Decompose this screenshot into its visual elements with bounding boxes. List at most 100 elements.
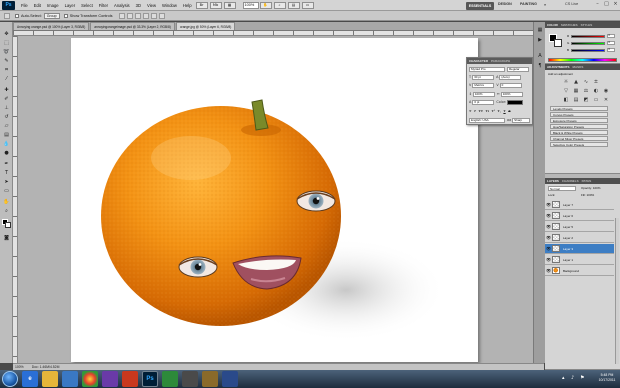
tracking-field[interactable]: 0 bbox=[499, 82, 522, 88]
blue-value[interactable]: 0 bbox=[607, 48, 615, 52]
posterize-icon[interactable]: ▤ bbox=[573, 97, 579, 103]
small-caps-button[interactable]: Tt bbox=[486, 109, 489, 113]
menu-select[interactable]: Select bbox=[78, 3, 96, 8]
color-spectrum-ramp[interactable] bbox=[548, 58, 617, 62]
arrange-documents-button[interactable]: ▤ bbox=[287, 1, 300, 9]
hand-tool-icon[interactable]: ✋ bbox=[2, 198, 11, 206]
anti-alias-select[interactable]: Sharp bbox=[512, 117, 531, 123]
workspace-essentials-button[interactable]: ESSENTIALS bbox=[466, 2, 494, 10]
network-icon[interactable]: ▴ bbox=[562, 375, 565, 381]
visibility-eye-icon[interactable]: 👁 bbox=[545, 224, 552, 229]
red-value[interactable]: 0 bbox=[607, 34, 615, 38]
workspace-painting-button[interactable]: PAINTING bbox=[520, 2, 537, 6]
subscript-button[interactable]: T₁ bbox=[498, 109, 501, 113]
menu-view[interactable]: View bbox=[144, 3, 159, 8]
align-middle-icon[interactable] bbox=[126, 12, 133, 19]
healing-brush-tool-icon[interactable]: ✚ bbox=[2, 86, 11, 94]
eraser-tool-icon[interactable]: ▱ bbox=[2, 122, 11, 130]
layer-row-background[interactable]: 👁 Background bbox=[545, 266, 614, 276]
font-size-field[interactable]: 30 pt bbox=[472, 74, 495, 80]
pen-tool-icon[interactable]: ✒ bbox=[2, 160, 11, 168]
paragraph-panel-icon[interactable]: ¶ bbox=[536, 62, 544, 70]
cs-live-button[interactable]: CS Live bbox=[565, 2, 578, 6]
superscript-button[interactable]: T¹ bbox=[492, 109, 495, 113]
lasso-tool-icon[interactable]: ➰ bbox=[2, 48, 11, 56]
curves-icon[interactable]: ∿ bbox=[583, 79, 589, 85]
menu-help[interactable]: Help bbox=[180, 3, 195, 8]
shape-tool-icon[interactable]: ▭ bbox=[2, 187, 11, 195]
layer-row[interactable]: 👁 Layer 1 bbox=[545, 255, 614, 265]
gradient-map-icon[interactable]: ▭ bbox=[593, 97, 599, 103]
move-tool-icon[interactable] bbox=[4, 12, 10, 19]
tab-paths[interactable]: PATHS bbox=[582, 179, 592, 183]
tab-swatches[interactable]: SWATCHES bbox=[561, 23, 578, 27]
layer-row[interactable]: 👁 Layer 2 bbox=[545, 233, 614, 243]
font-style-select[interactable]: Regular bbox=[507, 66, 529, 72]
underline-button[interactable]: T bbox=[503, 109, 505, 113]
taskbar-media-player-icon[interactable] bbox=[62, 371, 78, 387]
vertical-scale-field[interactable]: 100% bbox=[472, 91, 495, 97]
taskbar-photoshop-icon[interactable]: Ps bbox=[142, 371, 158, 387]
tab-channels[interactable]: CHANNELS bbox=[562, 179, 579, 183]
bridge-button[interactable]: Br bbox=[195, 1, 208, 9]
quick-selection-tool-icon[interactable]: ✎ bbox=[2, 57, 11, 65]
strikethrough-button[interactable]: T bbox=[508, 109, 510, 113]
vibrance-icon[interactable]: ▽ bbox=[563, 88, 569, 94]
align-center-icon[interactable] bbox=[150, 12, 157, 19]
history-brush-tool-icon[interactable]: ↺ bbox=[2, 113, 11, 121]
font-family-select[interactable]: Myriad Pro bbox=[469, 66, 505, 72]
align-bottom-icon[interactable] bbox=[134, 12, 141, 19]
clone-stamp-tool-icon[interactable]: ⊥ bbox=[2, 104, 11, 112]
green-value[interactable]: 0 bbox=[607, 41, 615, 45]
brightness-contrast-icon[interactable]: ☼ bbox=[563, 79, 569, 85]
zoom-level-dropdown[interactable]: 100% bbox=[242, 1, 259, 9]
workspace-design-button[interactable]: DESIGN bbox=[498, 2, 512, 6]
visibility-eye-icon[interactable]: 👁 bbox=[545, 246, 552, 251]
layer-row[interactable]: 👁 Layer 3 bbox=[545, 244, 614, 254]
menu-edit[interactable]: Edit bbox=[31, 3, 44, 8]
selective-color-icon[interactable]: ✕ bbox=[603, 97, 609, 103]
all-caps-button[interactable]: TT bbox=[479, 109, 484, 113]
invert-icon[interactable]: ◧ bbox=[563, 97, 569, 103]
show-transform-checkbox[interactable] bbox=[63, 13, 68, 18]
zoom-tool-button[interactable]: ⌕ bbox=[273, 1, 286, 9]
flag-icon[interactable]: ⚑ bbox=[580, 375, 584, 381]
preset-hue-saturation[interactable]: Hue/Saturation Presets bbox=[550, 124, 608, 129]
visibility-eye-icon[interactable]: 👁 bbox=[545, 235, 552, 240]
taskbar-chrome-icon[interactable] bbox=[82, 371, 98, 387]
volume-icon[interactable]: ♪ bbox=[571, 375, 574, 381]
baseline-shift-field[interactable]: 0 pt bbox=[472, 99, 495, 105]
fill-field[interactable]: Fill: 100% bbox=[581, 193, 594, 197]
minimize-icon[interactable]: – bbox=[594, 1, 601, 8]
opacity-field[interactable]: Opacity: 100% bbox=[581, 186, 601, 190]
blue-slider[interactable]: B 0 bbox=[567, 48, 617, 52]
preset-exposure[interactable]: Exposure Presets bbox=[550, 118, 608, 123]
layers-scrollbar[interactable] bbox=[615, 218, 619, 364]
move-tool-icon[interactable]: ✥ bbox=[2, 30, 11, 38]
hue-saturation-icon[interactable]: ▦ bbox=[573, 88, 579, 94]
preset-black-white[interactable]: Black & White Presets bbox=[550, 130, 608, 135]
auto-select-dropdown[interactable]: Group bbox=[43, 12, 60, 19]
preset-channel-mixer[interactable]: Channel Mixer Presets bbox=[550, 136, 608, 141]
taskbar-clock[interactable]: 5:48 PM 10/17/2011 bbox=[596, 373, 618, 383]
auto-select-checkbox[interactable] bbox=[15, 13, 19, 18]
crop-tool-icon[interactable]: ⌗ bbox=[2, 66, 11, 74]
layer-row[interactable]: 👁 Layer 7 bbox=[545, 200, 614, 210]
black-white-icon[interactable]: ◐ bbox=[593, 88, 599, 94]
document-tab[interactable]: Annoying orange.psd @ 100% (Layer 3, RGB… bbox=[13, 22, 90, 30]
levels-icon[interactable]: ▲ bbox=[573, 79, 579, 85]
document-canvas[interactable] bbox=[71, 38, 478, 362]
red-slider[interactable]: R 0 bbox=[567, 34, 617, 38]
leading-field[interactable]: (Auto) bbox=[499, 74, 522, 80]
background-color-swatch[interactable] bbox=[5, 222, 11, 228]
hand-tool-button[interactable]: ✋ bbox=[259, 1, 272, 9]
screen-mode-button[interactable]: ▭ bbox=[301, 1, 314, 9]
layer-row[interactable]: 👁 Layer 6 bbox=[545, 211, 614, 221]
path-selection-tool-icon[interactable]: ➤ bbox=[2, 178, 11, 186]
zoom-tool-icon[interactable]: ⌕ bbox=[2, 207, 11, 215]
taskbar-explorer-icon[interactable] bbox=[42, 371, 58, 387]
align-right-icon[interactable] bbox=[158, 12, 165, 19]
menu-file[interactable]: File bbox=[18, 3, 31, 8]
workspace-more-button[interactable]: » bbox=[544, 2, 546, 7]
tab-masks[interactable]: MASKS bbox=[573, 65, 584, 69]
